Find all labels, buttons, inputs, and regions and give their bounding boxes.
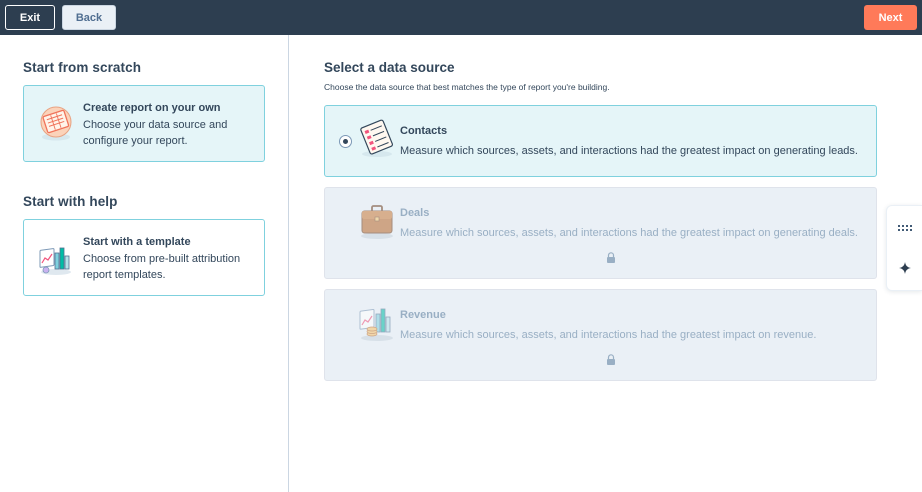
- lock-icon: [607, 354, 615, 365]
- start-from-scratch-heading: Start from scratch: [23, 60, 142, 75]
- contacts-radio[interactable]: [339, 135, 352, 148]
- source-title: Contacts: [400, 125, 448, 137]
- contacts-list-icon: [360, 119, 393, 157]
- source-description: Measure which sources, assets, and inter…: [400, 145, 858, 157]
- next-button[interactable]: Next: [864, 5, 917, 30]
- select-data-source-heading: Select a data source: [324, 60, 455, 75]
- option-description: Choose your data source and configure yo…: [83, 119, 228, 147]
- data-source-revenue: Revenue Measure which sources, assets, a…: [324, 289, 877, 381]
- grid-dots-icon: [898, 225, 912, 231]
- start-with-template-option[interactable]: Start with a template Choose from pre-bu…: [23, 219, 265, 296]
- top-navigation-bar: Exit Back Next: [0, 0, 922, 35]
- option-title: Start with a template: [83, 236, 191, 248]
- lock-icon: [607, 252, 615, 263]
- source-title: Deals: [400, 207, 430, 219]
- apps-grid-button[interactable]: [887, 208, 922, 248]
- ai-assistant-button[interactable]: [887, 248, 922, 288]
- revenue-chart-icon: [359, 308, 393, 341]
- briefcase-icon: [361, 205, 393, 239]
- source-title: Revenue: [400, 309, 446, 321]
- sparkle-icon: [899, 262, 911, 274]
- exit-button[interactable]: Exit: [5, 5, 55, 30]
- start-with-help-heading: Start with help: [23, 194, 118, 209]
- create-report-own-option[interactable]: Create report on your own Choose your da…: [23, 85, 265, 162]
- option-title: Create report on your own: [83, 102, 221, 114]
- bar-chart-icon: [39, 247, 71, 275]
- left-panel: Start from scratch Create report on your…: [0, 35, 289, 492]
- data-source-deals: Deals Measure which sources, assets, and…: [324, 187, 877, 279]
- data-source-contacts[interactable]: Contacts Measure which sources, assets, …: [324, 105, 877, 177]
- select-data-source-subheading: Choose the data source that best matches…: [324, 82, 610, 92]
- right-panel: Select a data source Choose the data sou…: [290, 35, 922, 492]
- option-description: Choose from pre-built attribution report…: [83, 253, 241, 281]
- source-description: Measure which sources, assets, and inter…: [400, 329, 817, 341]
- back-button[interactable]: Back: [62, 5, 116, 30]
- report-sheet-icon: [40, 106, 72, 141]
- source-description: Measure which sources, assets, and inter…: [400, 227, 858, 239]
- side-dock: [886, 205, 922, 291]
